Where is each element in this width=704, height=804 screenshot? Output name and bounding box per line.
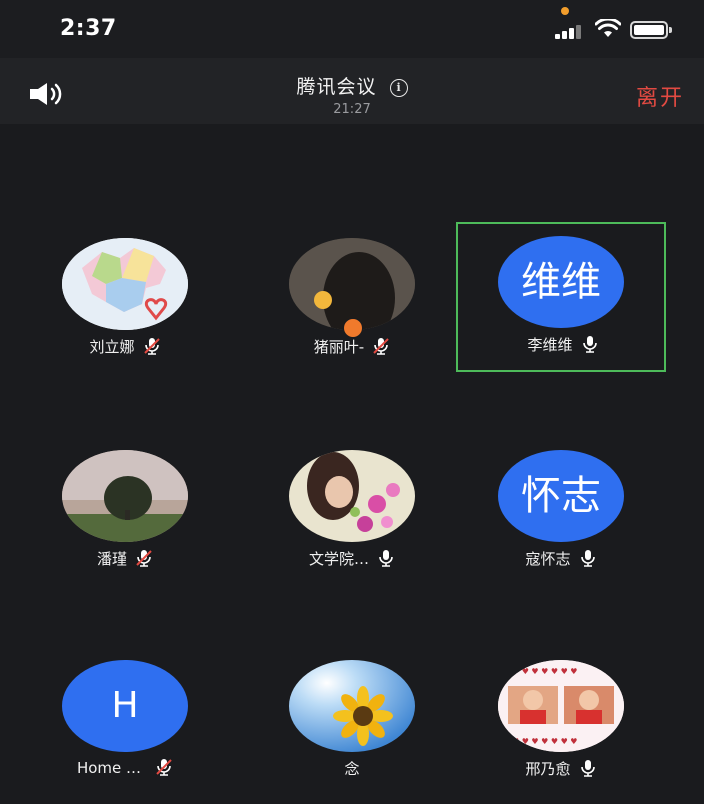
avatar: 怀志 — [498, 450, 624, 542]
participant-name-row: 寇怀志 — [456, 548, 666, 569]
svg-text:♥ ♥ ♥ ♥ ♥ ♥ ♥: ♥ ♥ ♥ ♥ ♥ ♥ ♥ — [512, 737, 577, 746]
participant-name: 念 — [344, 760, 360, 778]
participant-name: 刘立娜 — [89, 338, 135, 356]
participant-tile[interactable]: 怀志 寇怀志 — [456, 436, 666, 586]
clock: 2:37 — [60, 16, 117, 41]
participant-tile[interactable]: H Home … — [20, 646, 230, 796]
mic-muted-icon — [373, 338, 389, 355]
wifi-icon — [595, 19, 621, 37]
participant-name: 邢乃愈 — [525, 760, 571, 778]
participant-name-row: 念 — [247, 758, 457, 779]
participant-name-row: 文学院… — [247, 548, 457, 569]
participant-name-row: 刘立娜 — [20, 336, 230, 357]
participant-grid: 刘立娜 猪丽叶- 维维 李维维 潘瑾 文学院… 怀志 寇怀志 H Home … … — [0, 124, 704, 804]
participant-tile-active-speaker[interactable]: 维维 李维维 — [456, 222, 666, 372]
participant-tile[interactable]: 念 — [247, 646, 457, 796]
battery-icon — [630, 21, 672, 39]
participant-name: 猪丽叶- — [313, 338, 365, 356]
mic-icon — [379, 550, 393, 567]
status-bar: 2:37 — [0, 0, 704, 58]
avatar: H — [62, 660, 188, 752]
mic-icon — [580, 760, 595, 777]
info-icon[interactable]: i — [389, 79, 408, 97]
avatar — [62, 450, 188, 542]
avatar — [62, 238, 188, 330]
mic-muted-icon — [143, 338, 160, 355]
title-row: 腾讯会议 i — [0, 72, 704, 99]
avatar: ♥ ♥ ♥ ♥ ♥ ♥ ♥ ♥ ♥ ♥ ♥ ♥ ♥ ♥ — [498, 660, 624, 752]
avatar — [289, 660, 415, 752]
avatar: 维维 — [498, 236, 624, 328]
participant-name: 寇怀志 — [525, 550, 571, 568]
participant-name: 潘瑾 — [96, 550, 127, 568]
mic-icon — [582, 336, 597, 353]
participant-name-row: 猪丽叶- — [247, 336, 457, 357]
svg-text:♥ ♥ ♥ ♥ ♥ ♥ ♥: ♥ ♥ ♥ ♥ ♥ ♥ ♥ — [512, 667, 577, 676]
cellular-signal-icon — [555, 23, 587, 39]
participant-name: 李维维 — [527, 336, 573, 354]
meeting-duration: 21:27 — [333, 102, 371, 117]
mic-muted-icon — [156, 759, 172, 776]
participant-name-row: 潘瑾 — [20, 548, 230, 569]
leave-button[interactable]: 离开 — [636, 80, 684, 112]
participant-tile[interactable]: 文学院… — [247, 436, 457, 586]
participant-tile[interactable]: 刘立娜 — [20, 224, 230, 374]
host-icon — [343, 318, 363, 338]
participant-tile[interactable]: ♥ ♥ ♥ ♥ ♥ ♥ ♥ ♥ ♥ ♥ ♥ ♥ ♥ ♥ 邢乃愈 — [456, 646, 666, 796]
mic-in-use-indicator — [561, 7, 569, 15]
participant-name: Home … — [76, 759, 142, 777]
meeting-header: 腾讯会议 i 21:27 离开 — [0, 58, 704, 124]
participant-name: 文学院… — [308, 550, 369, 568]
participant-tile[interactable]: 潘瑾 — [20, 436, 230, 586]
meeting-title: 腾讯会议 — [296, 76, 377, 98]
participant-tile[interactable]: 猪丽叶- — [247, 224, 457, 374]
participant-name-row: 李维维 — [458, 334, 668, 355]
mic-icon — [580, 550, 595, 567]
participant-name-row: Home … — [20, 758, 230, 777]
avatar — [289, 238, 415, 330]
participant-name-row: 邢乃愈 — [456, 758, 666, 779]
mic-muted-icon — [136, 550, 152, 567]
avatar — [289, 450, 415, 542]
